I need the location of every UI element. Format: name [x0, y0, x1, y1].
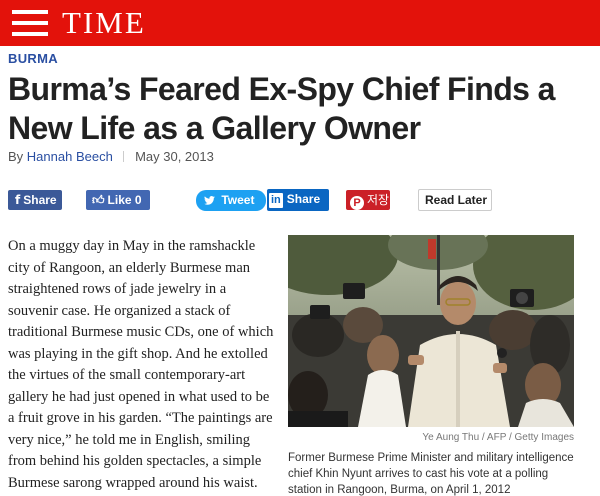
- byline-divider: [123, 151, 125, 162]
- pinterest-icon: P: [350, 196, 364, 210]
- author-link[interactable]: Hannah Beech: [27, 149, 113, 164]
- publish-date: May 30, 2013: [135, 149, 214, 164]
- section-label[interactable]: BURMA: [8, 51, 58, 66]
- time-logo[interactable]: TIME: [62, 5, 146, 41]
- menu-icon[interactable]: [12, 10, 48, 36]
- article-photo[interactable]: [288, 235, 574, 427]
- pinterest-save-button[interactable]: P 저장: [346, 190, 390, 210]
- facebook-like-button[interactable]: 👍︎ Like 0: [86, 190, 150, 210]
- twitter-bird-icon: [204, 193, 218, 207]
- article-headline: Burma’s Feared Ex-Spy Chief Finds a New …: [8, 71, 555, 146]
- top-nav-bar: TIME: [0, 0, 600, 46]
- linkedin-share-button[interactable]: in Share: [267, 189, 329, 211]
- photo-credit: Ye Aung Thu / AFP / Getty Images: [422, 432, 574, 443]
- share-bar: f Share 👍︎ Like 0 Tweet in Share P 저장 Read L…: [0, 186, 600, 216]
- thumbs-up-icon: 👍︎: [92, 193, 105, 207]
- byline: By Hannah Beech May 30, 2013: [8, 149, 214, 164]
- facebook-icon: f: [15, 193, 21, 207]
- read-later-button[interactable]: Read Later: [418, 189, 492, 211]
- photo-caption: Former Burmese Prime Minister and milita…: [288, 452, 574, 496]
- linkedin-icon: in: [269, 193, 283, 208]
- article-body: On a muggy day in May in the ramshackle …: [8, 238, 274, 491]
- tweet-button[interactable]: Tweet: [196, 190, 266, 211]
- photo-illustration: [288, 235, 574, 427]
- byline-prefix: By: [8, 149, 24, 164]
- facebook-share-button[interactable]: f Share: [8, 190, 62, 210]
